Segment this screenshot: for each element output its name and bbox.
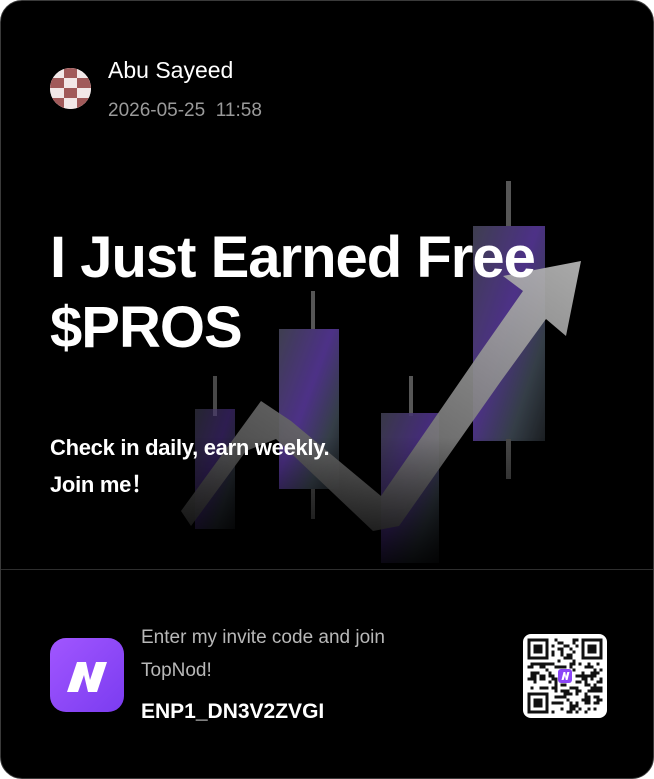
topnod-logo-icon[interactable] — [50, 638, 124, 712]
headline: I Just Earned Free $PROS — [50, 223, 610, 363]
username: Abu Sayeed — [108, 57, 234, 83]
logo-glyph — [67, 662, 107, 692]
post-timestamp: 2026-05-25 11:58 — [108, 98, 262, 124]
share-card: Abu Sayeed 2026-05-25 11:58 I Just Earne… — [0, 0, 654, 779]
qr-center-logo — [558, 669, 572, 683]
headline-line-2: $PROS — [50, 295, 243, 360]
qr-code-icon — [527, 638, 603, 714]
invite-prompt-line-1: Enter my invite code and join — [141, 627, 385, 648]
qr-code[interactable] — [523, 634, 607, 718]
headline-line-1: I Just Earned Free — [50, 225, 536, 290]
invite-code[interactable]: ENP1_DN3V2ZVGI — [141, 698, 324, 726]
avatar[interactable] — [50, 68, 91, 109]
post-time: 11:58 — [215, 100, 262, 121]
checkered-avatar-icon — [50, 68, 91, 109]
post-date: 2026-05-25 — [108, 100, 206, 121]
invite-prompt-line-2: TopNod! — [141, 660, 212, 681]
tagline-line-2: Join me！ — [50, 472, 153, 497]
divider — [1, 569, 653, 570]
tagline-line-1: Check in daily, earn weekly. — [50, 435, 330, 460]
